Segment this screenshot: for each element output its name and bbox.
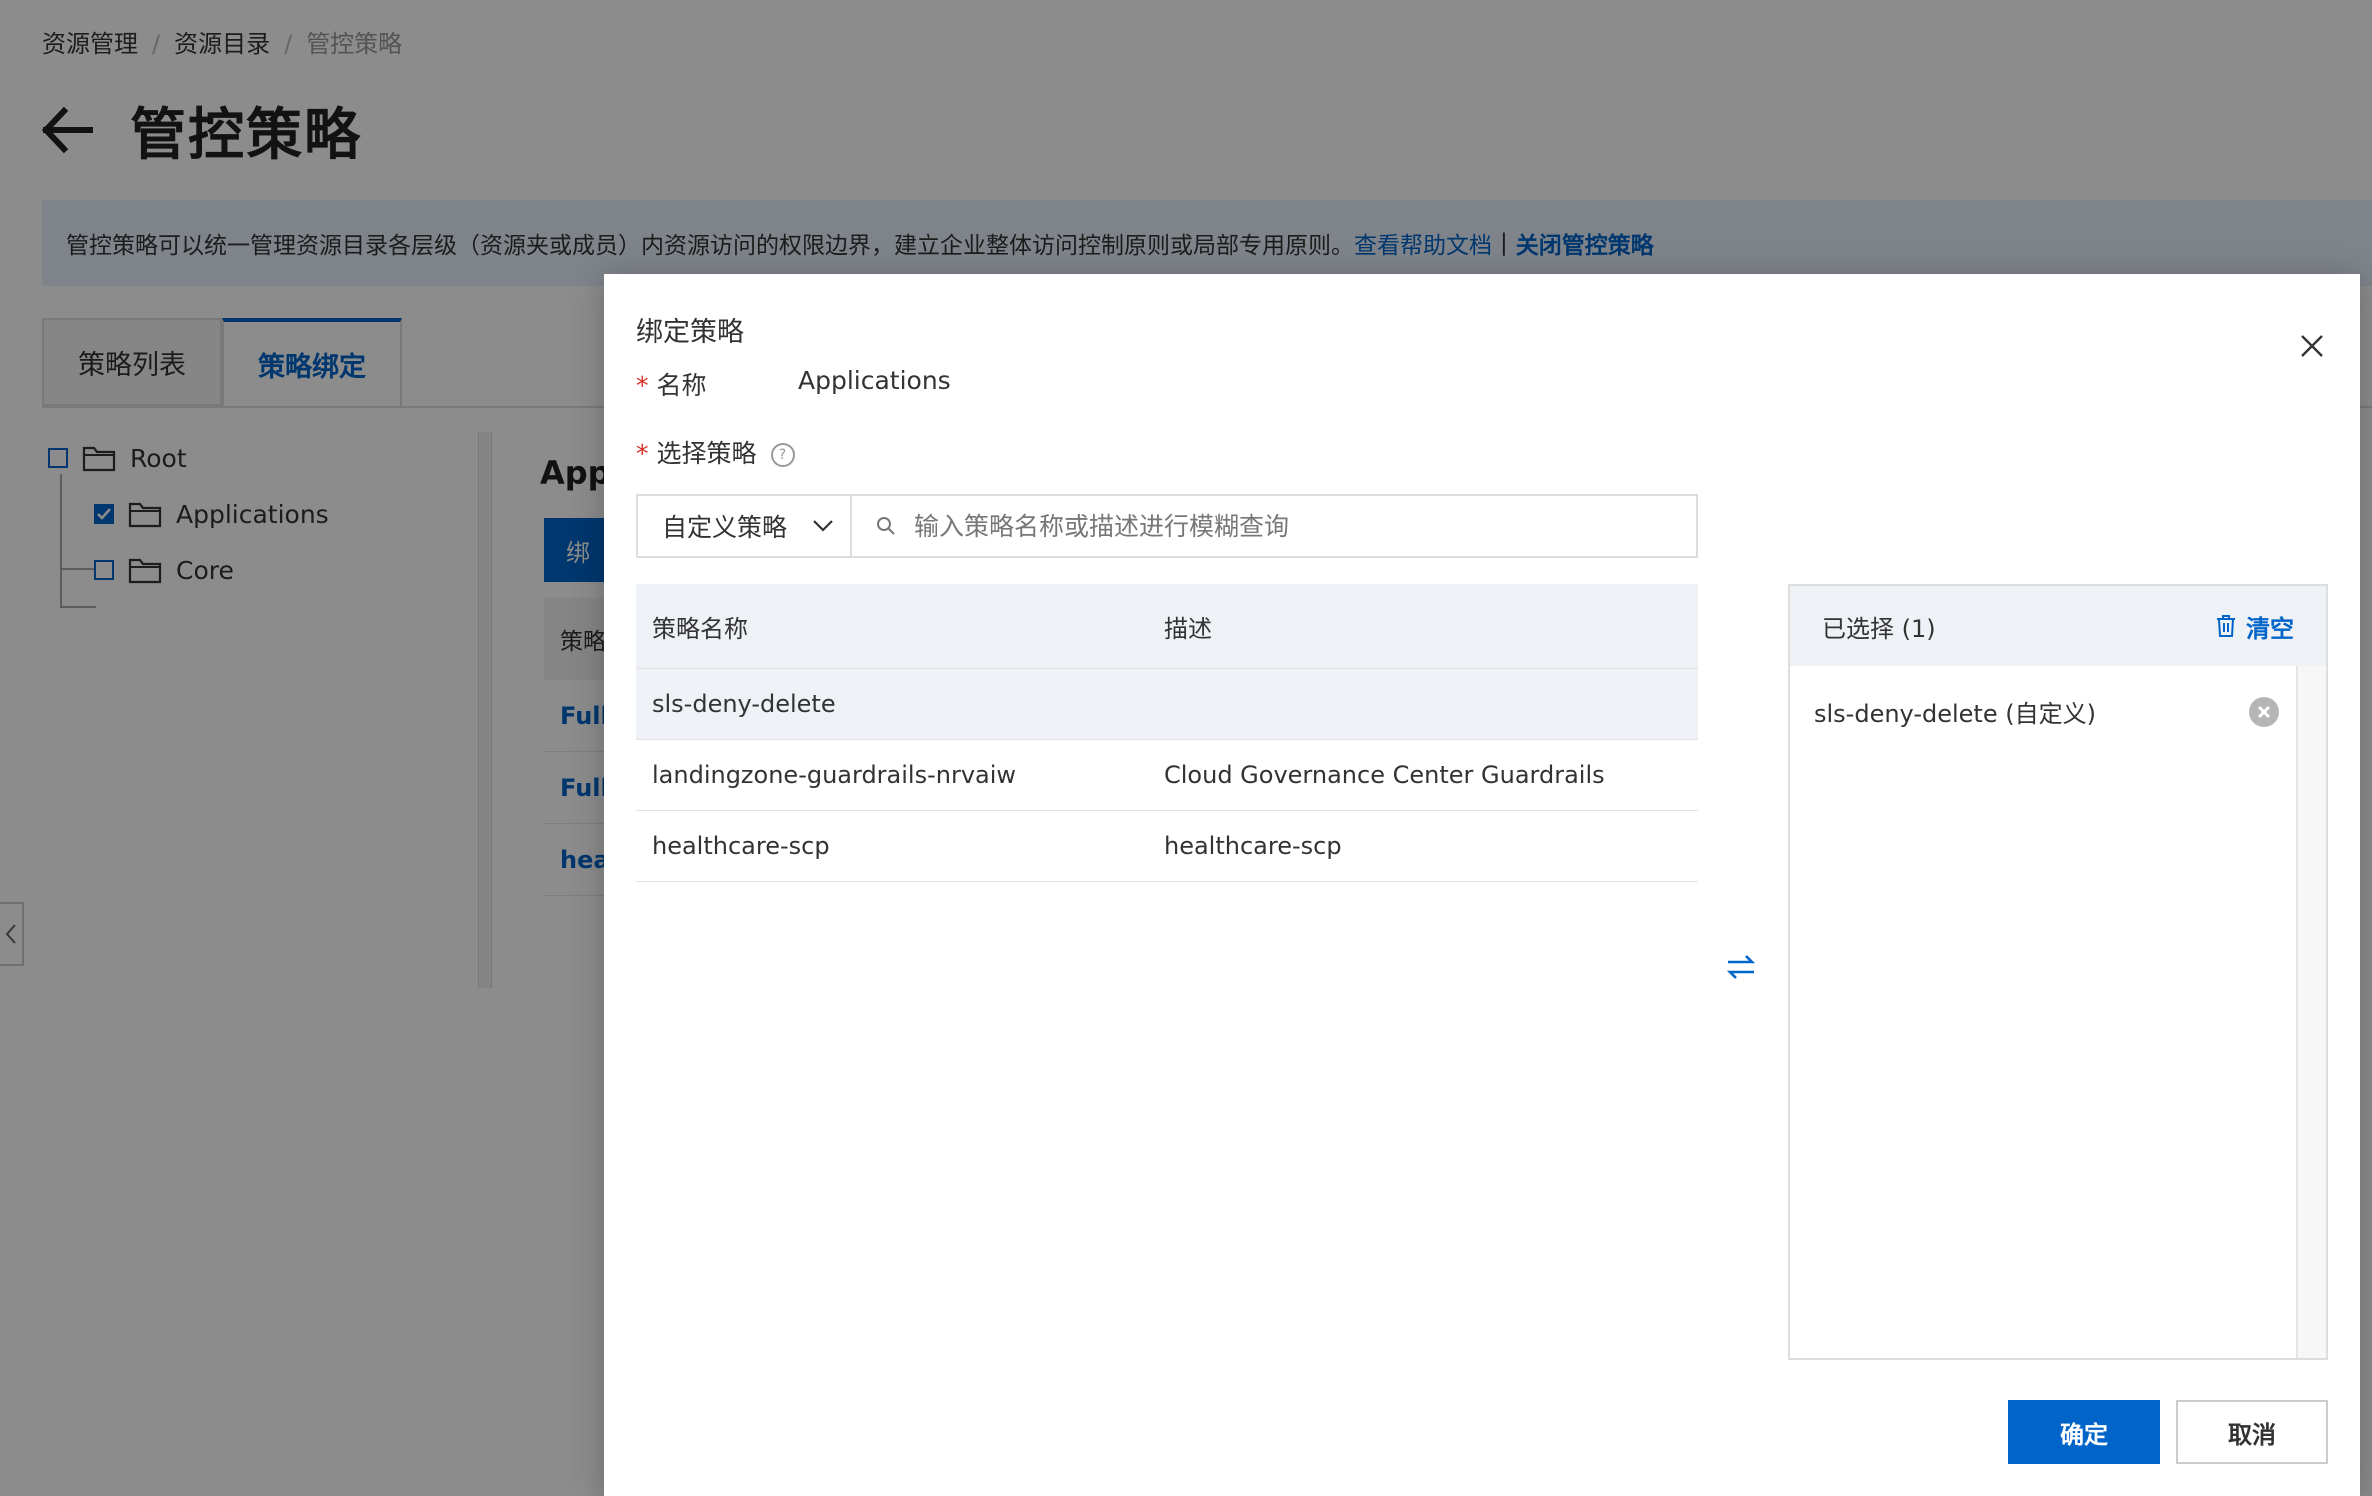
policy-description-cell: Cloud Governance Center Guardrails [1164,761,1605,789]
policy-name-cell: healthcare-scp [652,832,830,860]
policy-name-cell: sls-deny-delete [652,690,836,718]
chevron-down-icon [813,520,833,532]
clear-button[interactable]: 清空 [2216,609,2294,644]
policy-type-select[interactable]: 自定义策略 [638,496,852,556]
selected-panel-header: 已选择 (1) 清空 [1790,586,2326,666]
policy-name-cell: landingzone-guardrails-nrvaiw [652,761,1017,789]
name-label-text: 名称 [656,371,707,400]
clear-label: 清空 [2246,614,2294,643]
table-row[interactable]: sls-deny-delete [636,669,1698,740]
selected-item-label: sls-deny-delete (自定义) [1814,700,2096,728]
selected-item: sls-deny-delete (自定义) [1814,694,2280,729]
policy-filter-bar: 自定义策略 [636,494,1698,558]
bind-policy-dialog: 绑定策略 *名称 Applications *选择策略? 自定义策略 策略名称 … [604,274,2360,1496]
dialog-title: 绑定策略 [636,317,744,348]
selected-count: 已选择 (1) [1822,614,1936,643]
search-icon [877,517,895,535]
name-label: * 名称 [636,366,707,402]
transfer-icon[interactable] [1724,950,1758,984]
selected-panel-scrollbar[interactable] [2296,666,2326,1358]
select-policy-label-text: 选择策略 [656,439,757,468]
trash-icon [2217,615,2235,637]
policy-search-box [852,496,1696,556]
name-value: Applications [798,366,951,395]
column-header-description: 描述 [1164,614,1212,643]
remove-circle-icon[interactable] [2248,696,2280,728]
required-marker: * [636,439,649,468]
table-row[interactable]: healthcare-scp healthcare-scp [636,811,1698,882]
cancel-button[interactable]: 取消 [2176,1400,2328,1464]
policy-type-value: 自定义策略 [662,513,788,542]
required-marker: * [636,371,649,400]
help-icon[interactable]: ? [770,443,795,467]
confirm-button[interactable]: 确定 [2008,1400,2160,1464]
table-row[interactable]: landingzone-guardrails-nrvaiw Cloud Gove… [636,740,1698,811]
select-policy-label: * 选择策略? [636,434,795,470]
close-icon[interactable] [2298,332,2326,360]
column-header-name: 策略名称 [652,614,748,643]
policy-table-header: 策略名称 描述 [636,584,1698,669]
policy-description-cell: healthcare-scp [1164,832,1342,860]
policy-search-input[interactable] [912,510,1676,542]
selected-panel: 已选择 (1) 清空 sls-deny-delete (自定义) [1788,584,2328,1360]
policy-table: 策略名称 描述 sls-deny-delete landingzone-guar… [636,584,1698,882]
